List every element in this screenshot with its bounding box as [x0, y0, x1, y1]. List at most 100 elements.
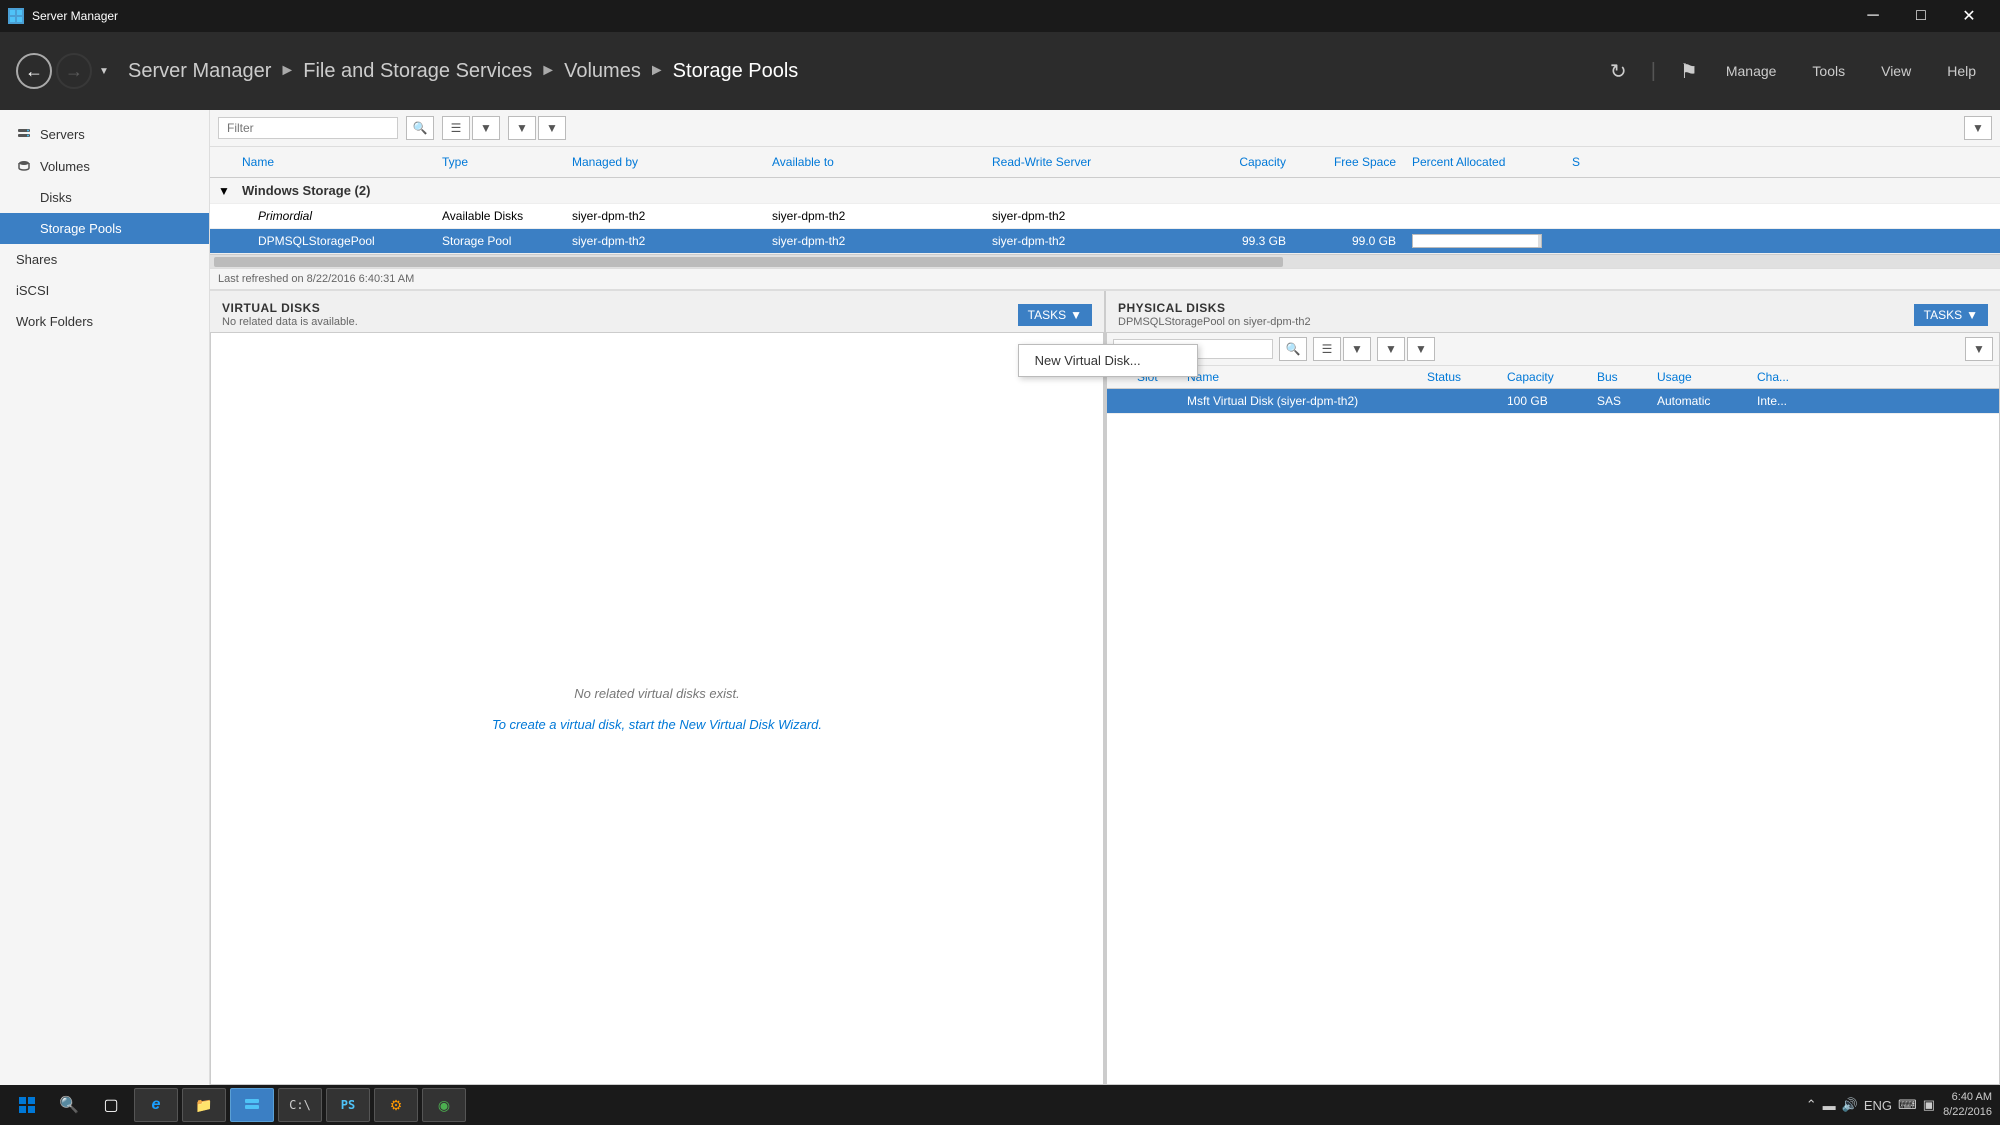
- minimize-button[interactable]: ─: [1850, 0, 1896, 32]
- taskbar-time[interactable]: 6:40 AM 8/22/2016: [1943, 1090, 1992, 1121]
- pdisk-list-view[interactable]: ☰: [1313, 337, 1341, 361]
- notification-icon[interactable]: ▣: [1923, 1097, 1935, 1113]
- vdisk-tasks-button[interactable]: TASKS ▼: [1018, 304, 1092, 326]
- refresh-button[interactable]: ↻: [1610, 59, 1627, 84]
- sort-dropdown[interactable]: ▼: [538, 116, 566, 140]
- app7-taskbar-app[interactable]: ◉: [422, 1088, 466, 1122]
- help-button[interactable]: Help: [1939, 59, 1984, 83]
- start-button[interactable]: [8, 1088, 46, 1122]
- vdisk-panel-content: No related virtual disks exist. To creat…: [210, 332, 1104, 1085]
- scrollbar-thumb[interactable]: [214, 257, 1283, 267]
- pth-status[interactable]: Status: [1421, 366, 1501, 388]
- th-percent[interactable]: Percent Allocated: [1404, 151, 1564, 173]
- taskbar-date-value: 8/22/2016: [1943, 1105, 1992, 1120]
- network-icon[interactable]: ▬: [1823, 1098, 1836, 1113]
- pdisk-tasks-button[interactable]: TASKS ▼: [1914, 304, 1988, 326]
- ps-taskbar-app[interactable]: PS: [326, 1088, 370, 1122]
- new-virtual-disk-item[interactable]: New Virtual Disk...: [1019, 345, 1197, 376]
- th-rw-server[interactable]: Read-Write Server: [984, 151, 1204, 173]
- explorer-taskbar-app[interactable]: 📁: [182, 1088, 226, 1122]
- table-row-selected[interactable]: DPMSQLStoragePool Storage Pool siyer-dpm…: [210, 229, 2000, 254]
- list-view-button[interactable]: ☰: [442, 116, 470, 140]
- th-warning: [210, 151, 234, 173]
- sidebar-item-shares[interactable]: Shares: [0, 244, 209, 275]
- flag-icon[interactable]: ⚑: [1680, 59, 1698, 84]
- cmd-taskbar-app[interactable]: C:\: [278, 1088, 322, 1122]
- work-folders-label: Work Folders: [16, 314, 93, 329]
- create-vdisk-link[interactable]: To create a virtual disk, start the New …: [492, 717, 822, 732]
- pth-name[interactable]: Name: [1181, 366, 1421, 388]
- virtual-disks-panel: VIRTUAL DISKS No related data is availab…: [210, 291, 1106, 1085]
- pdisk-expand-button[interactable]: ▼: [1965, 337, 1993, 361]
- iscsi-label: iSCSI: [16, 283, 49, 298]
- pdisk-search-button[interactable]: 🔍: [1279, 337, 1307, 361]
- pth-bus[interactable]: Bus: [1591, 366, 1651, 388]
- pdisk-sort-buttons: ▼ ▼: [1377, 337, 1435, 361]
- forward-button[interactable]: →: [56, 53, 92, 89]
- filter-input[interactable]: [218, 117, 398, 139]
- breadcrumb-file-storage[interactable]: File and Storage Services: [303, 60, 532, 83]
- pdisk-panel-subtitle: DPMSQLStoragePool on siyer-dpm-th2: [1118, 316, 1311, 328]
- sidebar-item-volumes[interactable]: Volumes: [0, 150, 209, 182]
- sidebar-item-iscsi[interactable]: iSCSI: [0, 275, 209, 306]
- lang-label[interactable]: ENG: [1864, 1098, 1892, 1113]
- sidebar-item-work-folders[interactable]: Work Folders: [0, 306, 209, 337]
- pdisk-list-dropdown[interactable]: ▼: [1343, 337, 1371, 361]
- th-status[interactable]: S: [1564, 151, 1644, 173]
- th-name[interactable]: Name: [234, 151, 434, 173]
- explorer-icon: 📁: [195, 1097, 212, 1114]
- th-available-to[interactable]: Available to: [764, 151, 984, 173]
- pth-chassis[interactable]: Cha...: [1751, 366, 1811, 388]
- table-row[interactable]: Primordial Available Disks siyer-dpm-th2…: [210, 204, 2000, 229]
- th-type[interactable]: Type: [434, 151, 564, 173]
- server-manager-taskbar-app[interactable]: [230, 1088, 274, 1122]
- th-managed-by[interactable]: Managed by: [564, 151, 764, 173]
- breadcrumb-server-manager[interactable]: Server Manager: [128, 60, 271, 83]
- volume-icon[interactable]: 🔊: [1842, 1097, 1858, 1113]
- vdisk-panel-title: VIRTUAL DISKS: [222, 301, 358, 315]
- systray-icons: ⌃ ▬ 🔊 ENG ⌨ ▣: [1806, 1097, 1935, 1113]
- vdisk-tasks-label: TASKS: [1028, 308, 1066, 322]
- vdisk-empty-message: No related virtual disks exist.: [574, 686, 739, 701]
- back-button[interactable]: ←: [16, 53, 52, 89]
- keyboard-icon[interactable]: ⌨: [1898, 1097, 1917, 1113]
- close-button[interactable]: ✕: [1946, 0, 1992, 32]
- th-free-space[interactable]: Free Space: [1294, 151, 1404, 173]
- search-taskbar-button[interactable]: 🔍: [50, 1088, 88, 1122]
- app6-taskbar-app[interactable]: ⚙: [374, 1088, 418, 1122]
- servers-label: Servers: [40, 127, 85, 142]
- toolbar-expand[interactable]: ▼: [1964, 116, 1992, 140]
- maximize-button[interactable]: □: [1898, 0, 1944, 32]
- pdisk-view-buttons: ☰ ▼: [1313, 337, 1371, 361]
- horizontal-scrollbar[interactable]: [210, 254, 2000, 268]
- sidebar-item-disks[interactable]: Disks: [0, 182, 209, 213]
- th-capacity[interactable]: Capacity: [1204, 151, 1294, 173]
- search-button[interactable]: 🔍: [406, 116, 434, 140]
- sidebar-item-storage-pools[interactable]: Storage Pools: [0, 213, 209, 244]
- pdisk-usage: Automatic: [1651, 389, 1751, 413]
- volumes-label: Volumes: [40, 159, 90, 174]
- sort-buttons: ▼ ▼: [508, 116, 566, 140]
- tools-button[interactable]: Tools: [1804, 59, 1853, 83]
- pth-usage[interactable]: Usage: [1651, 366, 1751, 388]
- task-view-button[interactable]: ▢: [92, 1088, 130, 1122]
- manage-button[interactable]: Manage: [1718, 59, 1785, 83]
- pdisk-row[interactable]: Msft Virtual Disk (siyer-dpm-th2) 100 GB…: [1107, 389, 1999, 414]
- row1-percent: [1404, 211, 1564, 221]
- list-view-dropdown[interactable]: ▼: [472, 116, 500, 140]
- sort-button[interactable]: ▼: [508, 116, 536, 140]
- expand-button[interactable]: ▼: [1964, 116, 1992, 140]
- row1-warn: [210, 211, 234, 221]
- nav-history-dropdown[interactable]: ▼: [96, 53, 112, 89]
- taskbar-time-value: 6:40 AM: [1943, 1090, 1992, 1105]
- sidebar-item-servers[interactable]: Servers: [0, 118, 209, 150]
- pdisk-sort-dropdown[interactable]: ▼: [1407, 337, 1435, 361]
- up-arrow-icon[interactable]: ⌃: [1806, 1097, 1817, 1113]
- ie-taskbar-app[interactable]: e: [134, 1088, 178, 1122]
- pdisk-sort-btn[interactable]: ▼: [1377, 337, 1405, 361]
- pth-capacity[interactable]: Capacity: [1501, 366, 1591, 388]
- group-expand-icon[interactable]: ▼: [210, 179, 234, 203]
- breadcrumb-volumes[interactable]: Volumes: [564, 60, 641, 83]
- view-button[interactable]: View: [1873, 59, 1919, 83]
- breadcrumb-sep-1: ►: [279, 62, 295, 80]
